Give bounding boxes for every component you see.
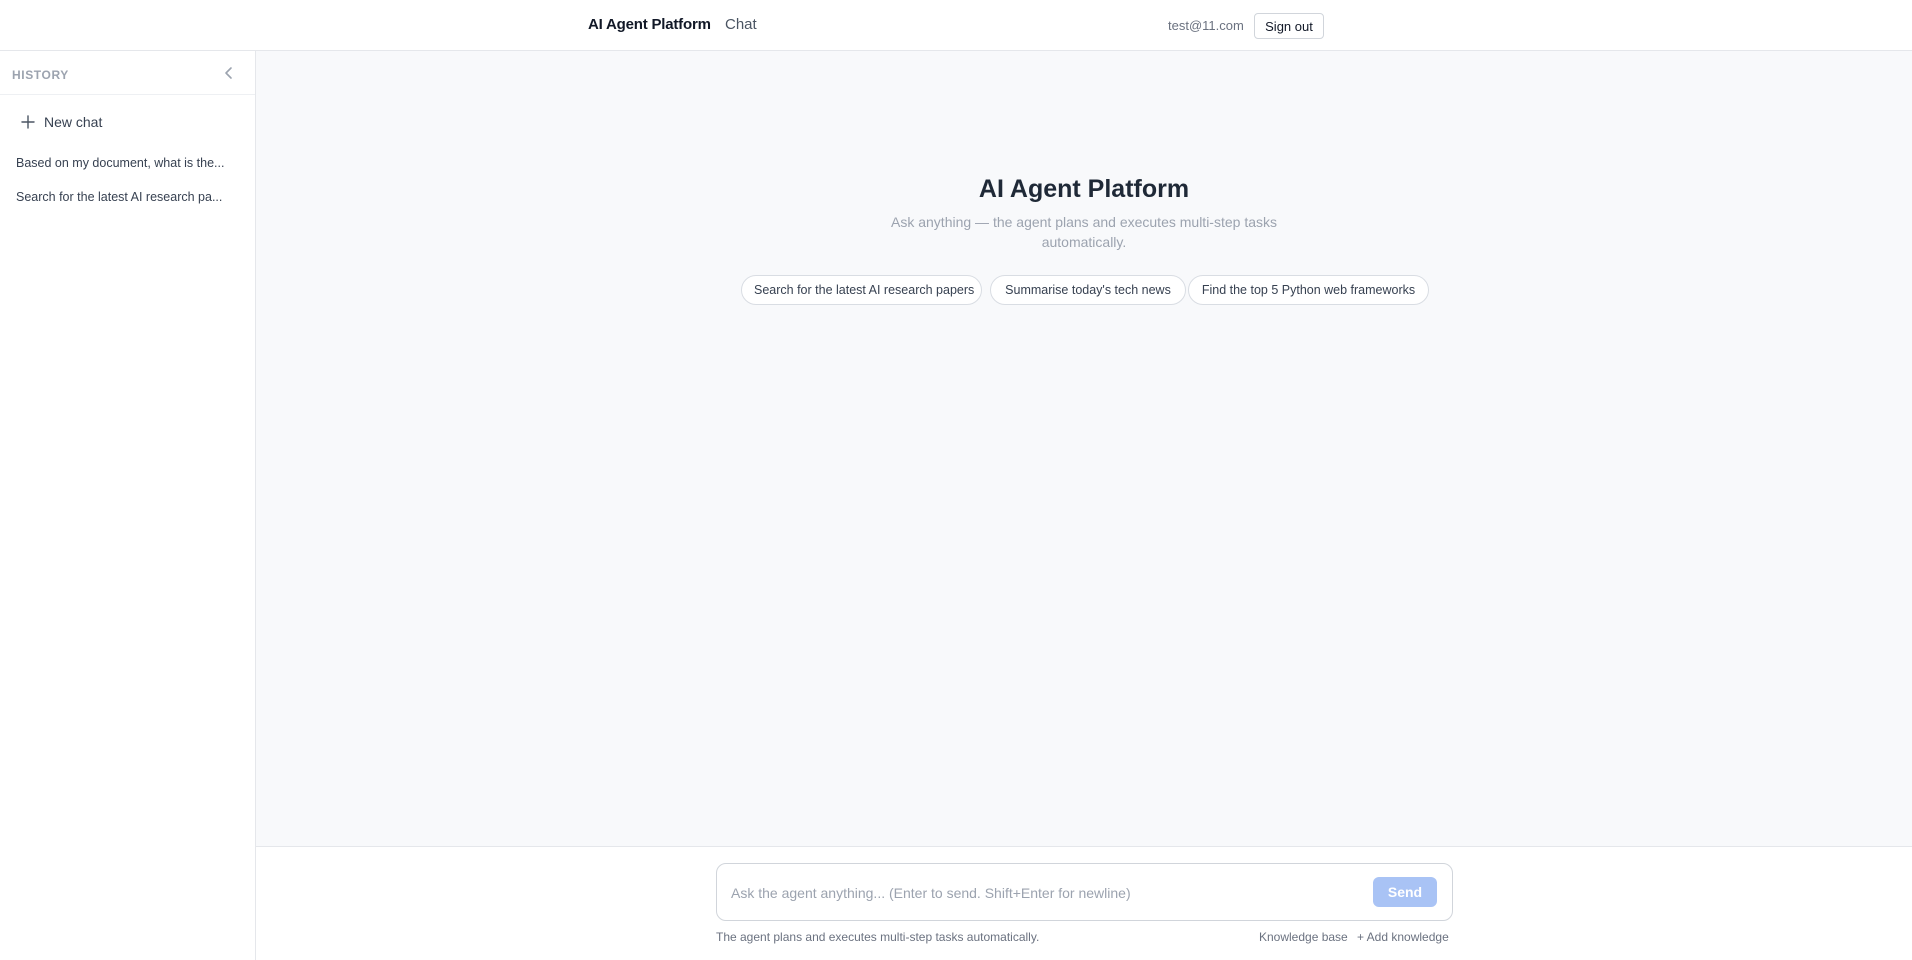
history-item-label: Search for the latest AI research pa... [16,190,223,204]
new-chat-button[interactable]: New chat [12,107,242,137]
suggestion-chip-research-papers[interactable]: Search for the latest AI research papers [741,275,982,305]
composer-footer: Send The agent plans and executes multi-… [256,846,1912,960]
user-email: test@11.com [1168,18,1244,33]
top-bar: AI Agent Platform Chat test@11.com Sign … [0,0,1912,51]
message-composer: Send [716,863,1453,921]
brand-title[interactable]: AI Agent Platform [588,16,711,33]
welcome-subtitle: Ask anything — the agent plans and execu… [891,214,1277,250]
history-item[interactable]: Based on my document, what is the... [6,149,248,177]
history-sidebar: HISTORY New chat Based on my document, w… [0,51,256,960]
history-item[interactable]: Search for the latest AI research pa... [6,183,248,211]
suggestion-chip-tech-news[interactable]: Summarise today's tech news [990,275,1186,305]
add-knowledge-link[interactable]: + Add knowledge [1357,930,1449,944]
suggestion-chip-python-frameworks[interactable]: Find the top 5 Python web frameworks [1188,275,1429,305]
composer-hint: The agent plans and executes multi-step … [716,930,1040,944]
message-input[interactable] [731,878,1351,908]
welcome-title: AI Agent Platform [978,175,1190,203]
history-item-label: Based on my document, what is the... [16,156,225,170]
plus-icon [20,114,36,130]
knowledge-base-link[interactable]: Knowledge base [1259,930,1348,944]
sidebar-header: HISTORY [0,51,255,95]
history-heading: HISTORY [12,68,69,82]
nav-chat-link[interactable]: Chat [725,16,757,33]
chat-main-area: AI Agent Platform Ask anything — the age… [256,51,1912,846]
send-button[interactable]: Send [1373,877,1437,907]
new-chat-label: New chat [44,114,103,130]
sign-out-button[interactable]: Sign out [1254,13,1324,39]
chevron-left-icon[interactable] [220,64,238,82]
